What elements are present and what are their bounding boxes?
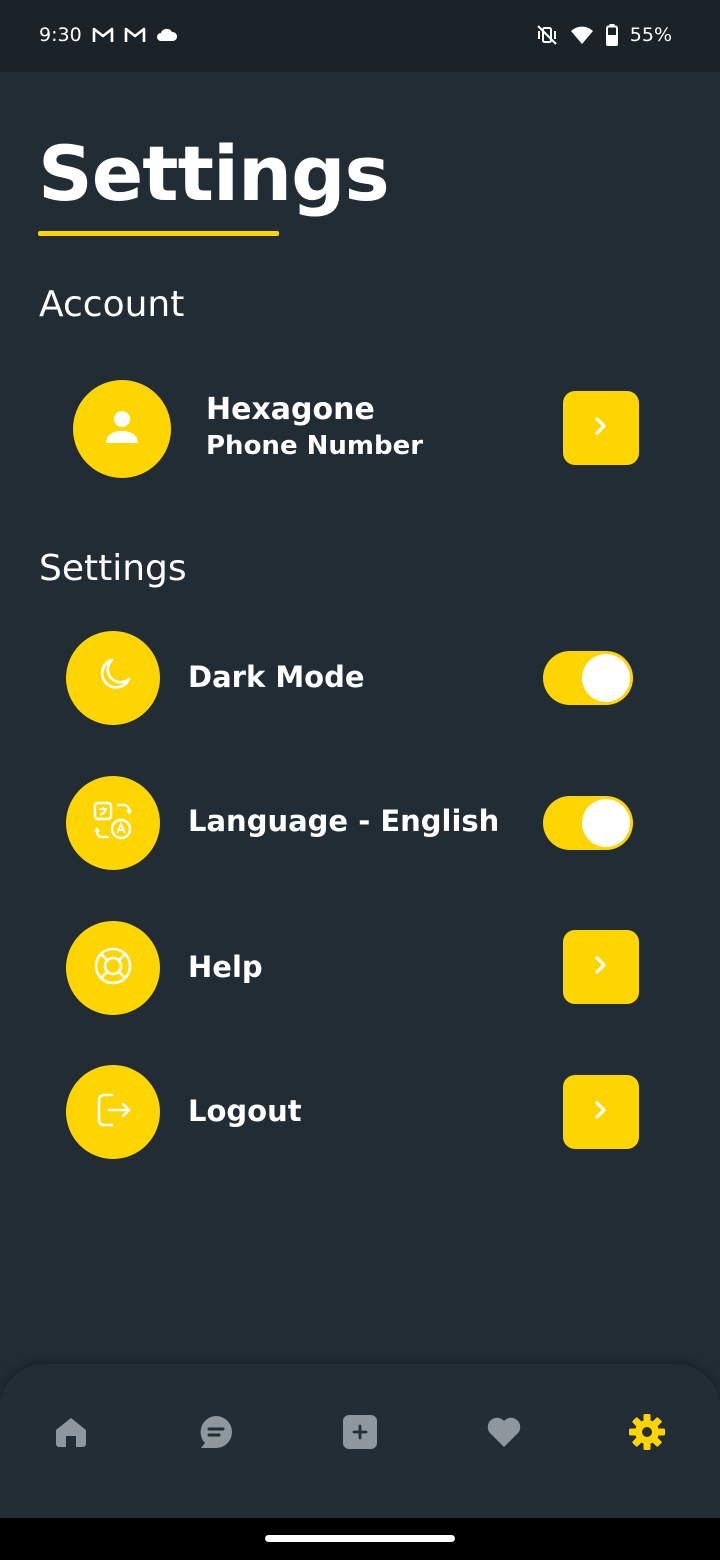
dark-mode-toggle[interactable]	[543, 651, 633, 705]
dark-mode-icon-circle	[66, 631, 160, 725]
gear-icon	[628, 1413, 666, 1455]
vibrate-off-icon	[536, 25, 558, 45]
wifi-icon	[570, 25, 594, 45]
system-nav-bar	[0, 1518, 720, 1560]
nav-favorites[interactable]	[479, 1412, 529, 1456]
status-bar: 9:30 55%	[0, 0, 720, 72]
gmail-icon	[92, 26, 114, 44]
logout-label: Logout	[188, 1094, 302, 1128]
bottom-nav	[0, 1364, 720, 1518]
nav-settings[interactable]	[622, 1412, 672, 1456]
chevron-right-icon	[592, 954, 610, 980]
language-label: Language - English	[188, 804, 500, 838]
translate-icon	[91, 799, 135, 847]
gmail-icon	[124, 26, 146, 44]
help-arrow-button[interactable]	[563, 930, 639, 1004]
logout-icon-circle	[66, 1065, 160, 1159]
battery-percent: 55%	[629, 24, 672, 46]
language-toggle[interactable]	[543, 796, 633, 850]
chevron-right-icon	[592, 415, 610, 441]
chevron-right-icon	[592, 1099, 610, 1125]
dark-mode-label: Dark Mode	[188, 660, 365, 694]
account-arrow-button[interactable]	[563, 391, 639, 465]
title-underline	[38, 231, 279, 236]
account-phone: Phone Number	[206, 431, 424, 461]
logout-arrow-button[interactable]	[563, 1075, 639, 1149]
avatar	[73, 380, 171, 478]
page-title: Settings	[38, 129, 390, 218]
help-label: Help	[188, 950, 263, 984]
add-icon	[342, 1414, 378, 1454]
help-icon-circle	[66, 921, 160, 1015]
nav-add[interactable]	[335, 1412, 385, 1456]
lifebuoy-icon	[92, 945, 134, 991]
status-time: 9:30	[39, 24, 82, 46]
user-icon	[102, 407, 142, 451]
nav-chat[interactable]	[191, 1412, 241, 1456]
moon-icon	[92, 655, 134, 701]
heart-icon	[486, 1415, 522, 1453]
account-heading: Account	[39, 284, 185, 325]
home-gesture-pill[interactable]	[265, 1535, 455, 1542]
toggle-knob	[582, 799, 630, 847]
chat-icon	[198, 1414, 234, 1454]
settings-heading: Settings	[39, 548, 187, 589]
cloud-icon	[156, 27, 178, 43]
account-name: Hexagone	[206, 392, 375, 427]
home-icon	[53, 1414, 89, 1454]
logout-icon	[92, 1089, 134, 1135]
language-icon-circle	[66, 776, 160, 870]
battery-icon	[605, 24, 618, 46]
nav-home[interactable]	[46, 1412, 96, 1456]
toggle-knob	[582, 654, 630, 702]
